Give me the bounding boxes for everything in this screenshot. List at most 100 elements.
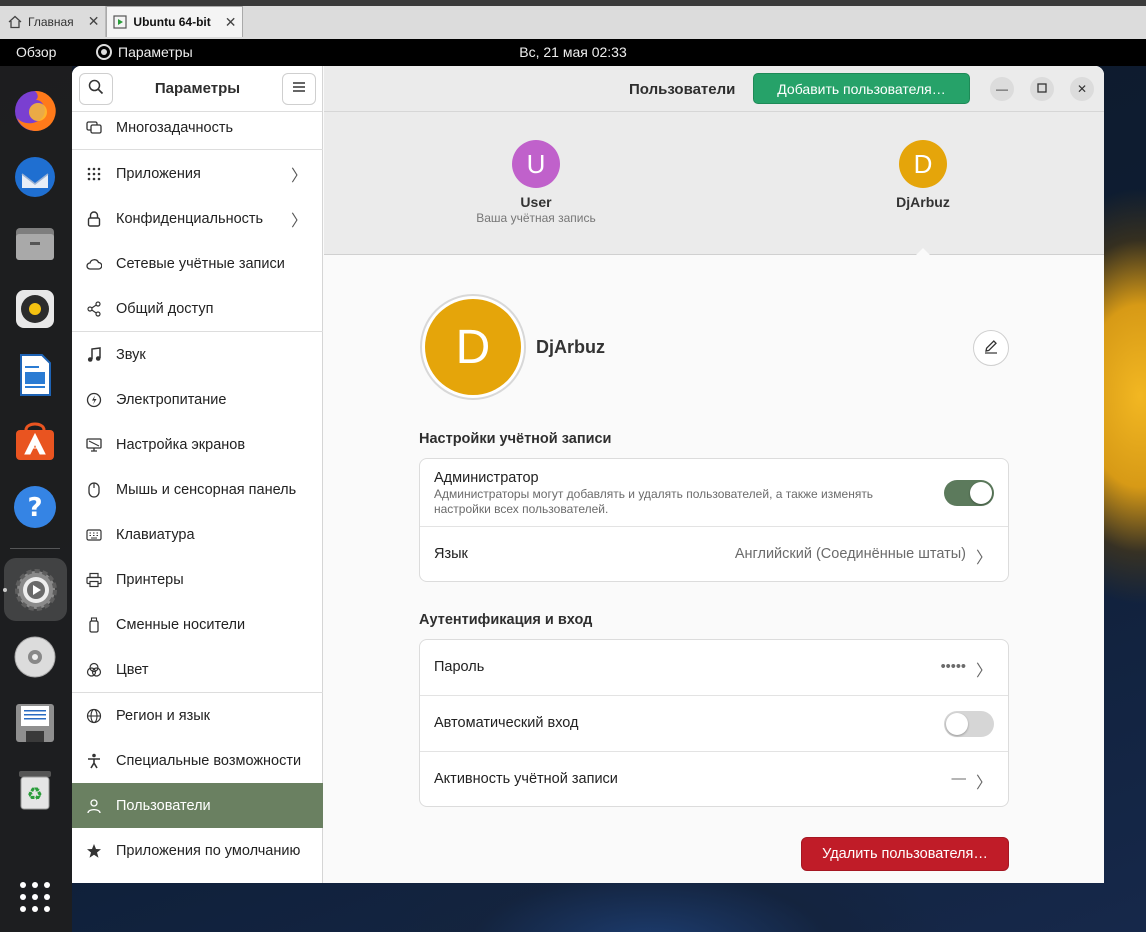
vm-tab-home[interactable]: Главная ✕	[2, 6, 107, 37]
show-apps-icon[interactable]	[10, 872, 60, 922]
files-icon[interactable]	[10, 218, 60, 268]
sidebar-item-label: Многозадачность	[116, 119, 234, 136]
sidebar-item-label: Сменные носители	[116, 616, 246, 633]
autologin-label: Автоматический вход	[434, 715, 579, 731]
user-switcher: U User Ваша учётная запись D DjArbuz	[324, 112, 1104, 255]
avatar: U	[512, 140, 560, 188]
selection-indicator	[905, 248, 941, 266]
language-value: Английский (Соединённые штаты)	[734, 546, 966, 562]
display-icon	[86, 437, 102, 453]
avatar-initial: D	[425, 299, 521, 395]
edit-name-button[interactable]	[973, 330, 1009, 366]
sidebar-item-label: Цвет	[116, 661, 149, 678]
password-label: Пароль	[434, 659, 485, 675]
close-icon[interactable]: ✕	[88, 13, 100, 30]
close-icon: ✕	[1076, 82, 1088, 96]
sidebar-item-region[interactable]: Регион и язык	[72, 693, 323, 738]
chevron-right-icon: 〉	[975, 550, 992, 567]
autologin-row[interactable]: Автоматический вход	[420, 696, 1008, 752]
content-header: Пользователи Добавить пользователя… — ✕	[324, 66, 1104, 112]
add-user-button[interactable]: Добавить пользователя…	[753, 73, 970, 104]
sidebar-item-keyboard[interactable]: Клавиатура	[72, 512, 323, 557]
account-activity-row[interactable]: Активность учётной записи — 〉	[420, 752, 1008, 806]
settings-icon[interactable]	[4, 558, 67, 621]
app-center-icon[interactable]	[10, 416, 60, 466]
sidebar-item-online-accounts[interactable]: Сетевые учётные записи	[72, 241, 323, 286]
sidebar-item-displays[interactable]: Настройка экранов	[72, 422, 323, 467]
maximize-icon	[1037, 82, 1047, 96]
vm-tab-bar: Главная ✕ Ubuntu 64-bit ✕	[0, 0, 1146, 39]
close-window-button[interactable]: ✕	[1070, 77, 1094, 101]
multitasking-icon	[86, 120, 102, 136]
language-row[interactable]: Язык Английский (Соединённые штаты) 〉	[420, 527, 1008, 582]
sidebar-item-sharing[interactable]: Общий доступ	[72, 286, 323, 331]
writer-icon[interactable]	[10, 350, 60, 400]
rhythmbox-icon[interactable]	[10, 284, 60, 334]
gnome-top-bar: Обзор Параметры Вс, 21 мая 02:33	[0, 39, 1146, 66]
apps-grid-icon	[86, 166, 102, 182]
sidebar-item-label: Настройка экранов	[116, 436, 246, 453]
sidebar-item-label: Клавиатура	[116, 526, 195, 543]
account-settings-title: Настройки учётной записи	[419, 431, 612, 447]
cloud-icon	[86, 256, 102, 272]
help-icon[interactable]: ?	[10, 482, 60, 532]
mouse-icon	[86, 481, 102, 498]
sidebar-item-multitasking[interactable]: Многозадачность	[72, 105, 323, 150]
running-indicator	[3, 588, 7, 592]
sidebar-item-mouse[interactable]: Мышь и сенсорная панель	[72, 467, 323, 512]
sidebar-item-label: Звук	[116, 346, 146, 363]
sidebar-item-label: Пользователи	[116, 797, 211, 814]
chevron-right-icon: 〉	[975, 775, 992, 792]
user-card-djarbuz[interactable]: D DjArbuz	[823, 140, 1023, 210]
home-icon	[8, 15, 22, 29]
sidebar-item-label: Электропитание	[116, 391, 227, 408]
firefox-icon[interactable]	[10, 86, 60, 136]
close-icon[interactable]: ✕	[225, 14, 237, 31]
sidebar-item-label: Мышь и сенсорная панель	[116, 481, 297, 498]
sidebar-item-privacy[interactable]: Конфиденциальность 〉	[72, 196, 323, 241]
auth-card: Пароль ••••• 〉 Автоматический вход Актив…	[419, 639, 1009, 807]
sidebar-item-printers[interactable]: Принтеры	[72, 557, 323, 602]
printer-icon	[86, 572, 102, 588]
floppy-icon[interactable]	[10, 698, 60, 748]
globe-icon	[86, 708, 102, 724]
pencil-icon	[983, 338, 999, 359]
sidebar-item-apps[interactable]: Приложения 〉	[72, 151, 323, 196]
sidebar-item-default-apps[interactable]: Приложения по умолчанию	[72, 828, 323, 873]
minimize-button[interactable]: —	[990, 77, 1014, 101]
delete-user-button[interactable]: Удалить пользователя…	[801, 837, 1009, 871]
chevron-right-icon: 〉	[290, 212, 307, 230]
sidebar-item-users[interactable]: Пользователи	[72, 783, 323, 828]
sidebar-item-color[interactable]: Цвет	[72, 647, 323, 692]
user-card-user[interactable]: U User Ваша учётная запись	[436, 140, 636, 225]
share-icon	[86, 300, 102, 317]
sidebar-item-power[interactable]: Электропитание	[72, 377, 323, 422]
dock: ? ♻	[0, 66, 72, 932]
color-icon	[86, 662, 102, 678]
administrator-description: Администраторы могут добавлять и удалять…	[434, 487, 874, 516]
administrator-row[interactable]: Администратор Администраторы могут добав…	[420, 459, 1008, 527]
account-activity-label: Активность учётной записи	[434, 771, 618, 787]
thunderbird-icon[interactable]	[10, 152, 60, 202]
sidebar-item-label: Общий доступ	[116, 300, 214, 317]
clock[interactable]: Вс, 21 мая 02:33	[0, 44, 1146, 60]
sidebar-item-accessibility[interactable]: Специальные возможности	[72, 738, 323, 783]
sidebar-item-sound[interactable]: Звук	[72, 332, 323, 377]
accessibility-icon	[86, 753, 102, 769]
maximize-button[interactable]	[1030, 77, 1054, 101]
administrator-toggle[interactable]	[944, 480, 994, 506]
avatar: D	[899, 140, 947, 188]
user-name: DjArbuz	[896, 194, 950, 210]
password-row[interactable]: Пароль ••••• 〉	[420, 640, 1008, 696]
main-menu-button[interactable]	[282, 73, 316, 105]
sidebar-item-removable-media[interactable]: Сменные носители	[72, 602, 323, 647]
usb-drive-icon	[86, 616, 102, 633]
vm-tab-ubuntu[interactable]: Ubuntu 64-bit ✕	[106, 6, 244, 37]
account-settings-card: Администратор Администраторы могут добав…	[419, 458, 1009, 582]
lock-icon	[86, 210, 102, 227]
profile-avatar[interactable]: D	[420, 294, 526, 400]
trash-icon[interactable]: ♻	[10, 764, 60, 814]
administrator-label: Администратор	[434, 470, 539, 486]
dvd-icon[interactable]	[10, 632, 60, 682]
autologin-toggle[interactable]	[944, 711, 994, 737]
